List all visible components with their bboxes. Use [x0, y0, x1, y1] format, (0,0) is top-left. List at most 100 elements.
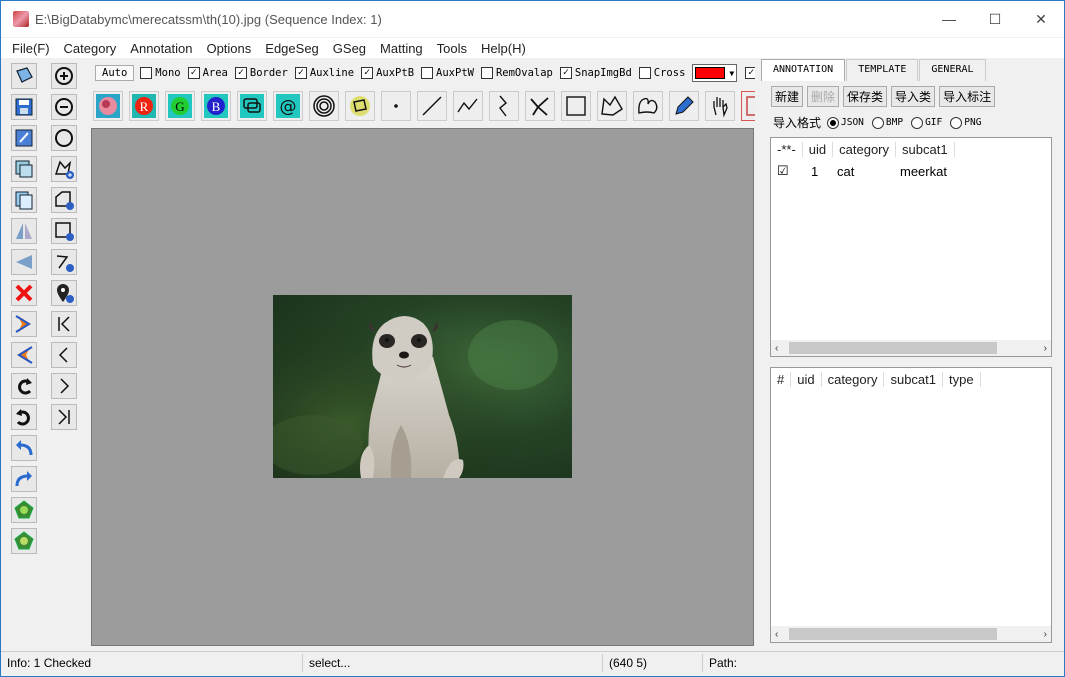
maximize-button[interactable]: ☐	[972, 1, 1018, 37]
row-checkbox[interactable]: ☑	[771, 163, 801, 179]
tab-general[interactable]: GENERAL	[919, 59, 986, 81]
menu-help[interactable]: Help(H)	[474, 41, 533, 56]
line-tool-button[interactable]	[417, 91, 447, 121]
option-snapimgbd[interactable]: ✓ SnapImgBd	[559, 67, 632, 79]
color-picker[interactable]: ▼	[692, 64, 738, 82]
delete-category-button[interactable]: 删除	[807, 86, 840, 107]
auto-button[interactable]: Auto	[95, 65, 135, 81]
scroll-right-icon[interactable]: ›	[1044, 343, 1047, 354]
delete-button[interactable]	[11, 280, 37, 306]
next-button[interactable]	[51, 373, 77, 399]
option-border[interactable]: ✓ Border	[234, 67, 288, 79]
new-button[interactable]: 新建	[771, 86, 804, 107]
hand-tool-button[interactable]	[705, 91, 735, 121]
category-list-scrollbar[interactable]: ‹ ›	[771, 340, 1051, 356]
first-button[interactable]	[51, 311, 77, 337]
freehand-tool-button[interactable]	[633, 91, 663, 121]
flip-vertical-button[interactable]	[11, 249, 37, 275]
last-button[interactable]	[51, 404, 77, 430]
open-folder-button[interactable]	[11, 63, 37, 89]
tab-template[interactable]: TEMPLATE	[846, 59, 919, 81]
scroll-thumb[interactable]	[789, 342, 997, 354]
zoom-in-button[interactable]	[51, 63, 77, 89]
option-auxline[interactable]: ✓ Auxline	[294, 67, 354, 79]
menu-annotation[interactable]: Annotation	[123, 41, 199, 56]
zoom-out-button[interactable]	[51, 94, 77, 120]
smart-pen-button[interactable]	[669, 91, 699, 121]
snapimgbd-checkbox[interactable]: ✓	[559, 67, 572, 79]
close-button[interactable]: ✕	[1018, 1, 1064, 37]
polyline-tool-button[interactable]	[453, 91, 483, 121]
json-radio[interactable]	[827, 116, 840, 129]
save-class-button[interactable]: 保存类	[843, 86, 888, 107]
col-uid[interactable]: uid	[803, 141, 834, 157]
previous-button[interactable]	[51, 342, 77, 368]
cross-checkbox[interactable]	[638, 67, 651, 79]
trailing-checkbox[interactable]: ✓	[745, 67, 755, 79]
import-annotation-button[interactable]: 导入标注	[939, 86, 996, 107]
menu-category[interactable]: Category	[57, 41, 124, 56]
add-polygon-button[interactable]	[51, 156, 77, 182]
col-subcat1[interactable]: subcat1	[896, 141, 955, 157]
magic-select-button[interactable]	[345, 91, 375, 121]
scroll-right-icon[interactable]: ›	[1044, 629, 1047, 640]
rectangle-tool-button[interactable]	[561, 91, 591, 121]
auxline-checkbox[interactable]: ✓	[294, 67, 307, 79]
removalap-checkbox[interactable]	[480, 67, 493, 79]
border-checkbox[interactable]: ✓	[234, 67, 247, 79]
col-category[interactable]: category	[822, 371, 885, 387]
undo-blue-button[interactable]	[11, 435, 37, 461]
menu-file[interactable]: File(F)	[1, 41, 57, 56]
skeleton-tool-button[interactable]	[525, 91, 555, 121]
curve-tool-button[interactable]	[489, 91, 519, 121]
png-radio[interactable]	[950, 116, 963, 129]
segment-a-button[interactable]	[11, 497, 37, 523]
next-image-button[interactable]	[11, 311, 37, 337]
scroll-thumb[interactable]	[789, 628, 997, 640]
redo-button[interactable]	[11, 373, 37, 399]
tab-annotation[interactable]: ANNOTATION	[761, 59, 846, 81]
comment-button[interactable]	[237, 91, 267, 121]
category-row[interactable]: ☑ 1 cat meerkat	[771, 160, 1051, 182]
col-check[interactable]: -**-	[771, 141, 803, 157]
auxptb-checkbox[interactable]: ✓	[361, 67, 374, 79]
menu-tools[interactable]: Tools	[430, 41, 474, 56]
bmp-radio[interactable]	[871, 116, 884, 129]
option-cross[interactable]: Cross	[638, 67, 685, 79]
edit-points-button[interactable]	[51, 249, 77, 275]
gif-radio[interactable]	[911, 116, 924, 129]
segment-b-button[interactable]	[11, 528, 37, 554]
option-area[interactable]: ✓ Area	[187, 67, 228, 79]
menu-edgeseg[interactable]: EdgeSeg	[258, 41, 326, 56]
menu-matting[interactable]: Matting	[373, 41, 430, 56]
add-rect-button[interactable]	[51, 218, 77, 244]
option-trailing[interactable]: ✓Ar	[745, 67, 755, 79]
annotation-list-scrollbar[interactable]: ‹ ›	[771, 626, 1051, 642]
zoom-fit-button[interactable]	[51, 125, 77, 151]
save-button[interactable]	[11, 94, 37, 120]
scroll-left-icon[interactable]: ‹	[775, 629, 778, 640]
col-index[interactable]: #	[771, 371, 792, 387]
menu-gseg[interactable]: GSeg	[326, 41, 373, 56]
col-uid[interactable]: uid	[791, 371, 822, 387]
blue-channel-button[interactable]: B	[201, 91, 231, 121]
red-channel-button[interactable]: R	[129, 91, 159, 121]
category-list[interactable]: -**- uid category subcat1 ☑ 1 cat meerka…	[770, 137, 1052, 357]
option-removalap[interactable]: RemOvalap	[480, 67, 553, 79]
minimize-button[interactable]: —	[926, 1, 972, 37]
col-type[interactable]: type	[943, 371, 981, 387]
extra-tool-button[interactable]	[741, 91, 755, 121]
flip-horizontal-button[interactable]	[11, 218, 37, 244]
add-marker-button[interactable]	[51, 280, 77, 306]
add-shape-button[interactable]	[51, 187, 77, 213]
at-button[interactable]: @	[273, 91, 303, 121]
area-checkbox[interactable]: ✓	[187, 67, 200, 79]
mono-checkbox[interactable]	[140, 67, 153, 79]
option-auxptw[interactable]: AuxPtW	[421, 67, 474, 79]
undo-button[interactable]	[11, 404, 37, 430]
annotation-list[interactable]: # uid category subcat1 type ‹ ›	[770, 367, 1052, 643]
import-button[interactable]	[11, 156, 37, 182]
spiral-button[interactable]	[309, 91, 339, 121]
point-tool-button[interactable]	[381, 91, 411, 121]
green-channel-button[interactable]: G	[165, 91, 195, 121]
